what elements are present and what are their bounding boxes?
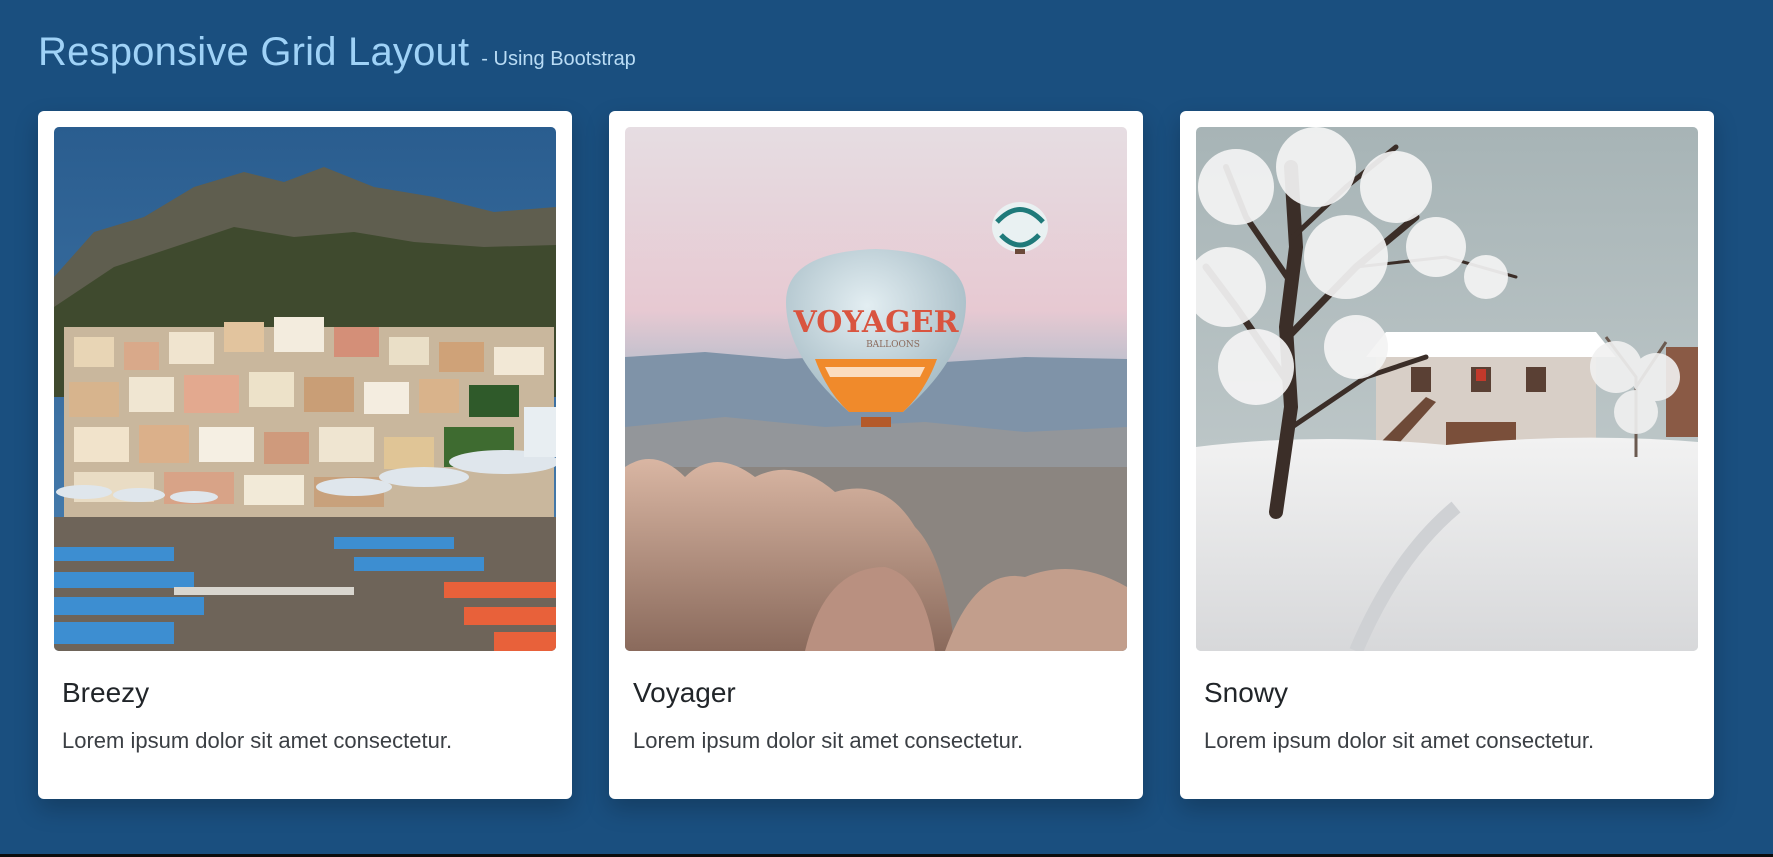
card-title: Voyager <box>633 677 736 708</box>
page-subtitle: - Using Bootstrap <box>481 48 636 70</box>
card-title: Breezy <box>62 677 150 708</box>
page-header: Responsive Grid Layout - Using Bootstrap <box>38 30 636 75</box>
balloon-brand-text: VOYAGER <box>792 305 959 340</box>
hot-air-balloon-image: VOYAGER BALLOONS <box>625 127 1127 651</box>
card-snowy[interactable]: Snowy Lorem ipsum dolor sit amet consect… <box>1180 111 1714 799</box>
page-title: Responsive Grid Layout <box>38 30 470 74</box>
snowy-house-image <box>1196 127 1698 651</box>
card-text: Lorem ipsum dolor sit amet consectetur. <box>62 728 453 753</box>
page: Responsive Grid Layout - Using Bootstrap <box>0 0 1773 857</box>
beach-town-image <box>54 127 556 651</box>
card-grid: Breezy Lorem ipsum dolor sit amet consec… <box>38 111 1714 799</box>
balloon-subtext: BALLOONS <box>866 340 920 350</box>
card-text: Lorem ipsum dolor sit amet consectetur. <box>633 728 1024 753</box>
card-breezy[interactable]: Breezy Lorem ipsum dolor sit amet consec… <box>38 111 572 799</box>
card-voyager[interactable]: VOYAGER BALLOONS Voyager Lorem ipsum dol <box>609 111 1143 799</box>
card-text: Lorem ipsum dolor sit amet consectetur. <box>1204 728 1595 753</box>
card-title: Snowy <box>1204 677 1289 708</box>
